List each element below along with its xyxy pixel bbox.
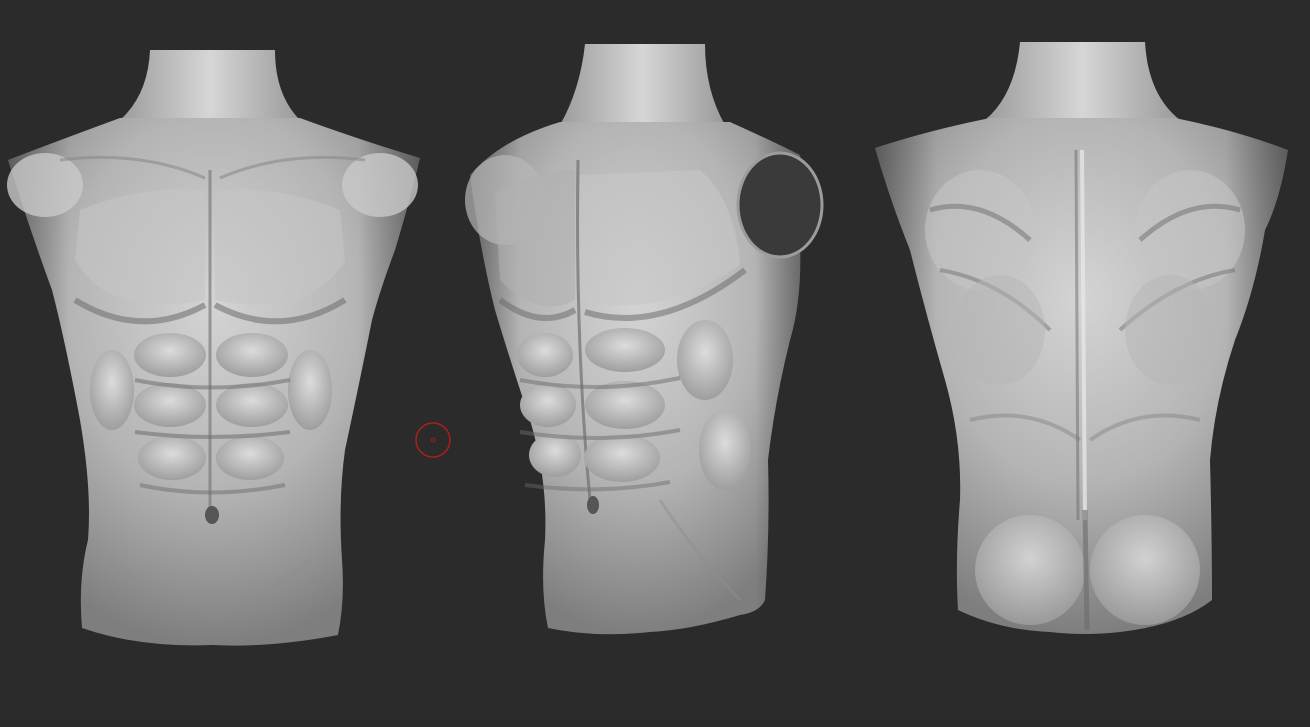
back-neck xyxy=(985,42,1180,120)
torso-three-quarter-model[interactable] xyxy=(465,44,824,635)
sculpt-canvas[interactable] xyxy=(0,0,1310,727)
brush-circle-cursor-icon xyxy=(415,422,451,458)
torso-back-model[interactable] xyxy=(875,42,1288,634)
torso-front-model[interactable] xyxy=(7,50,420,646)
front-neck xyxy=(120,50,300,120)
arm-cut-section xyxy=(736,151,824,259)
viewport-3d[interactable] xyxy=(0,0,1310,727)
tq-neck xyxy=(560,44,725,125)
